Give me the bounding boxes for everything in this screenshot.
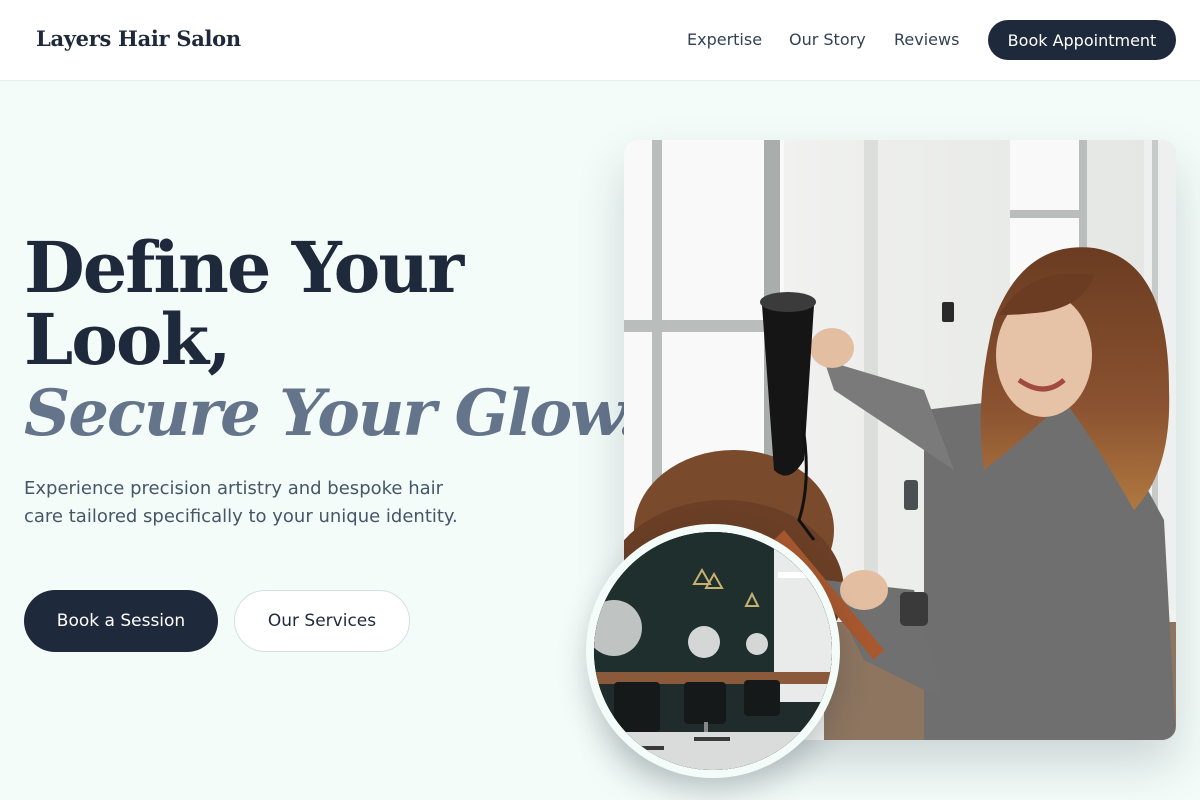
nav-link-expertise[interactable]: Expertise xyxy=(687,30,762,49)
hero-title: Define Your Look, xyxy=(24,232,604,376)
brand-logo[interactable]: Layers Hair Salon xyxy=(36,26,241,51)
nav-link-our-story[interactable]: Our Story xyxy=(789,30,866,49)
nav-link-reviews[interactable]: Reviews xyxy=(894,30,959,49)
book-session-button[interactable]: Book a Session xyxy=(24,590,218,652)
salon-interior-image xyxy=(586,524,840,778)
hero-title-line-2: Look, xyxy=(24,298,231,381)
hero-title-line-1: Define Your xyxy=(24,226,464,309)
hero-description: Experience precision artistry and bespok… xyxy=(24,478,458,527)
hero-title-accent: Secure Your Glow. xyxy=(24,376,639,451)
book-appointment-button[interactable]: Book Appointment xyxy=(988,20,1176,60)
site-header: Layers Hair Salon Expertise Our Story Re… xyxy=(0,0,1200,81)
our-services-button[interactable]: Our Services xyxy=(234,590,410,652)
